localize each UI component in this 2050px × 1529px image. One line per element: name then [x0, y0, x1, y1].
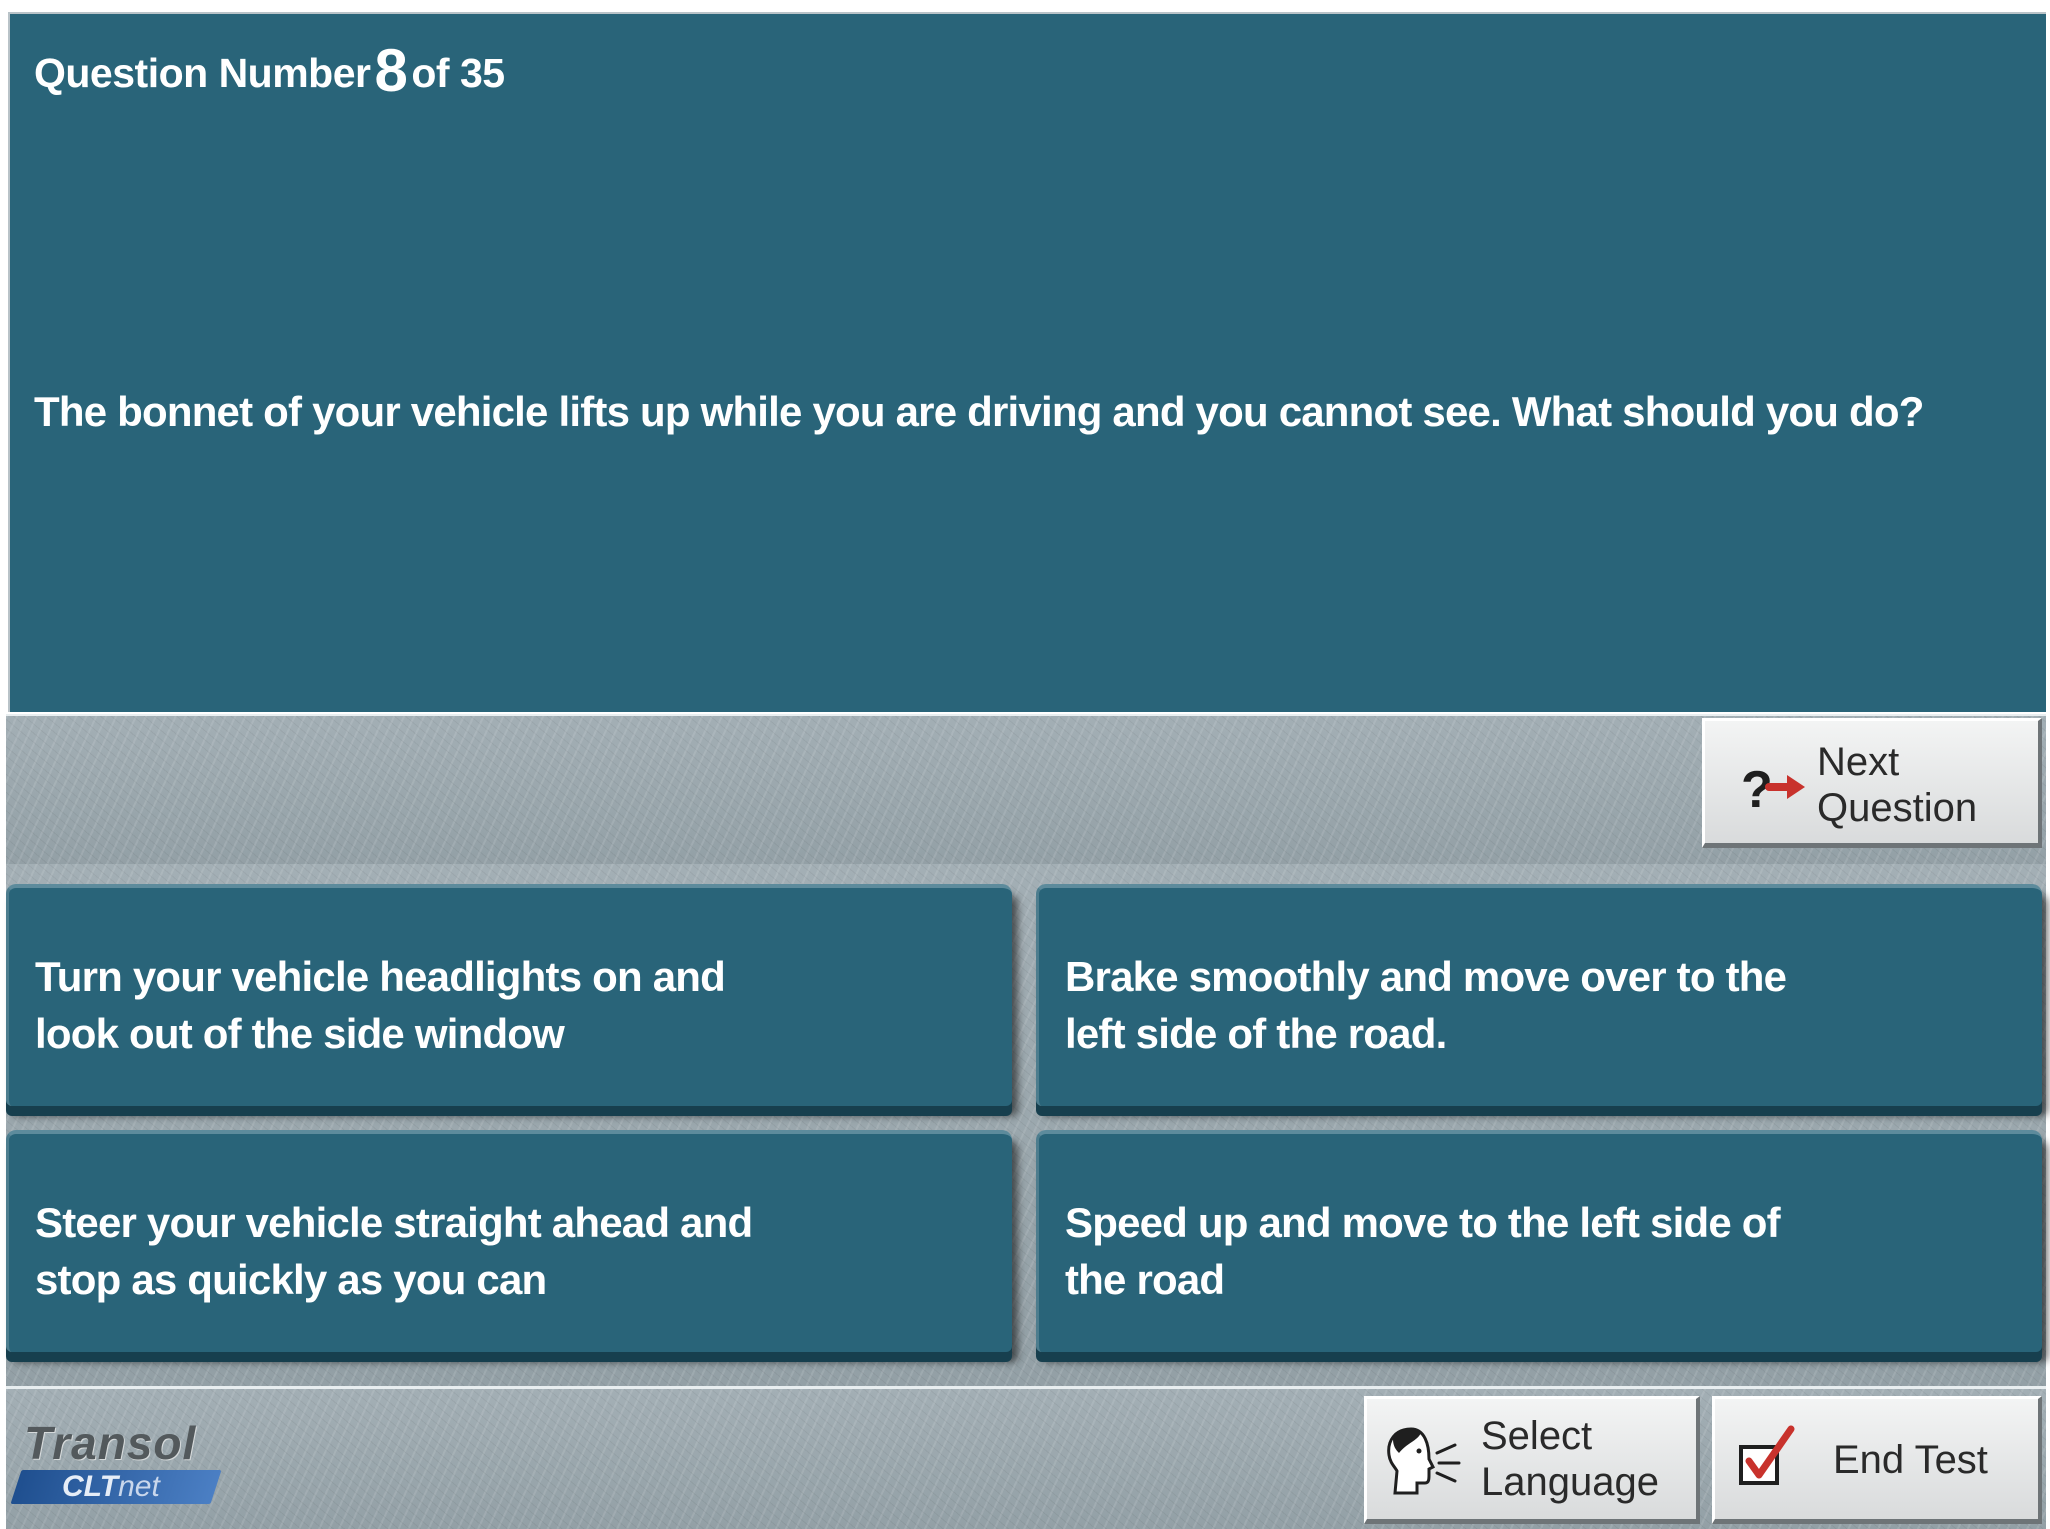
question-current-number: 8 — [374, 37, 408, 104]
next-question-button[interactable]: ? Next Question — [1702, 718, 2042, 848]
answer-option-1-text: Turn your vehicle headlights on and look… — [35, 953, 726, 1057]
answer-option-1[interactable]: Turn your vehicle headlights on and look… — [6, 884, 1012, 1106]
answer-option-2[interactable]: Brake smoothly and move over to the left… — [1036, 884, 2042, 1106]
transol-logo: Transol CLTnet — [10, 1416, 236, 1506]
answer-option-2-text: Brake smoothly and move over to the left… — [1065, 953, 1787, 1057]
select-language-button[interactable]: Select Language — [1364, 1396, 1700, 1524]
logo-product: CLTnet — [62, 1470, 160, 1503]
question-panel: Question Number8of 35 The bonnet of your… — [8, 12, 2046, 712]
question-text: The bonnet of your vehicle lifts up whil… — [34, 388, 1924, 435]
speaking-head-icon — [1387, 1427, 1461, 1495]
question-total: of 35 — [411, 50, 505, 96]
end-test-button[interactable]: End Test — [1712, 1396, 2042, 1524]
question-number: Question Number8of 35 — [34, 36, 505, 105]
answer-option-4-text: Speed up and move to the left side of th… — [1065, 1199, 1781, 1303]
end-test-label: End Test — [1833, 1438, 1988, 1482]
checkbox-check-icon — [1739, 1425, 1795, 1485]
answer-option-4[interactable]: Speed up and move to the left side of th… — [1036, 1130, 2042, 1352]
logo-brand: Transol — [24, 1417, 197, 1469]
test-screen: Question Number8of 35 The bonnet of your… — [0, 0, 2050, 1529]
question-arrow-icon: ? — [1741, 761, 1805, 817]
select-language-label: Select Language — [1481, 1414, 1659, 1504]
answer-option-3[interactable]: Steer your vehicle straight ahead and st… — [6, 1130, 1012, 1352]
answer-option-3-text: Steer your vehicle straight ahead and st… — [35, 1199, 753, 1303]
next-question-label: Next Question — [1817, 740, 1978, 830]
question-number-prefix: Question Number — [34, 50, 371, 96]
